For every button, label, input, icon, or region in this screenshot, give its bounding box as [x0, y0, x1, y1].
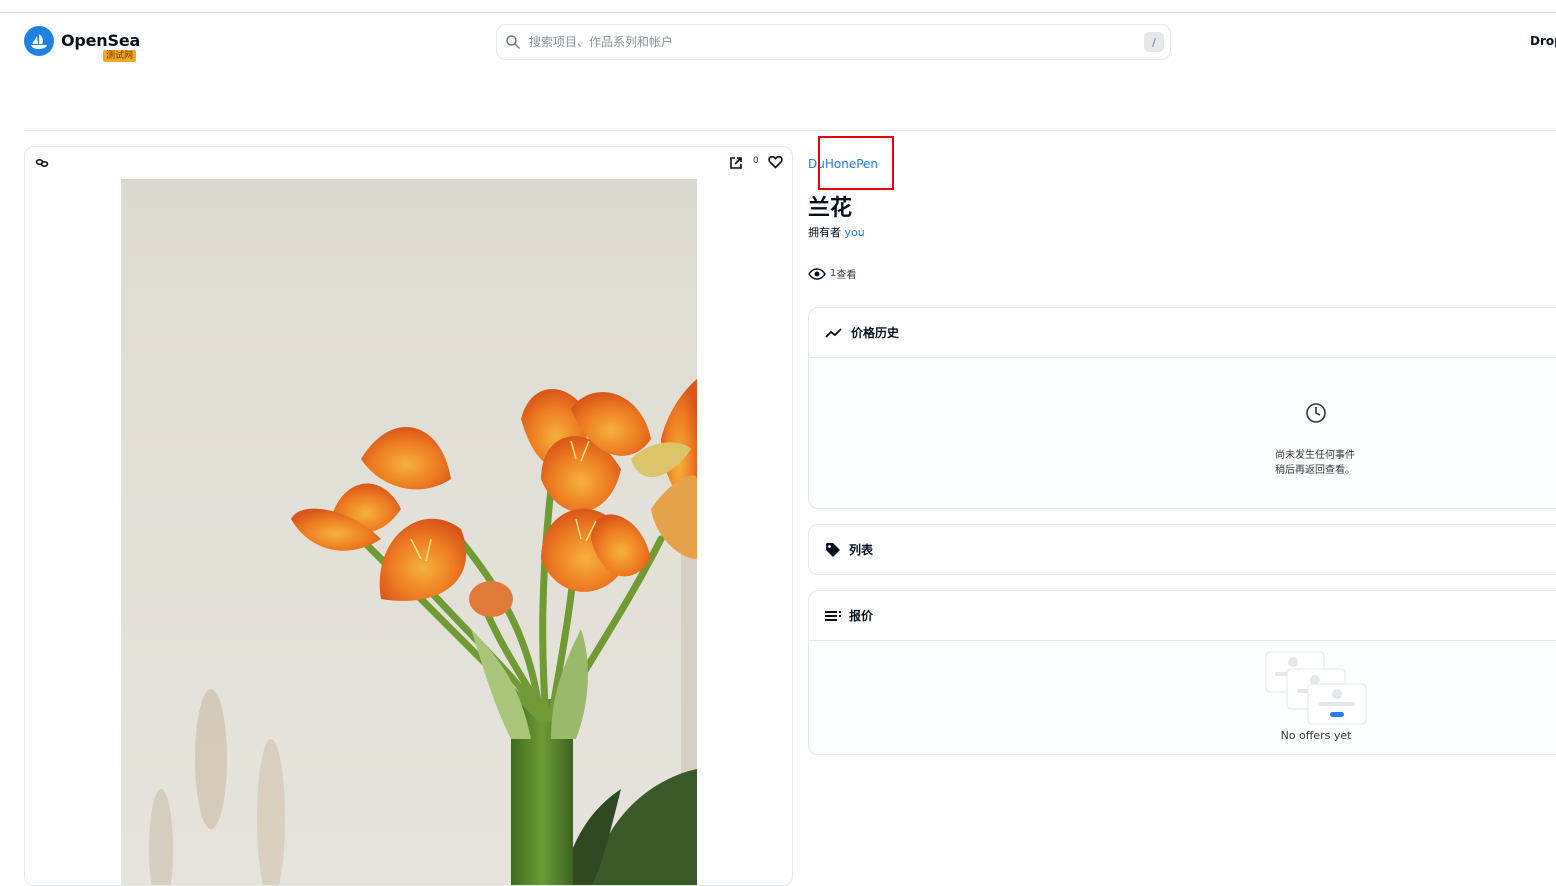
search-shortcut-key: /: [1144, 32, 1164, 52]
share-icon[interactable]: [729, 156, 743, 170]
header-divider: [24, 130, 1556, 131]
item-title: 兰花: [808, 196, 853, 221]
owner-link[interactable]: you: [845, 226, 865, 239]
trend-line-icon: [825, 327, 842, 338]
search-bar[interactable]: /: [496, 24, 1171, 60]
orchid-photo: [149, 379, 697, 885]
window-top-border: [0, 12, 1556, 13]
clock-icon: [1306, 403, 1326, 423]
price-history-panel: 价格历史 尚未发生任何事件 稍后再返回查看。: [808, 307, 1556, 509]
favorite-count: 0: [753, 156, 759, 166]
chain-icon: [35, 158, 49, 168]
testnet-badge: 测试网: [103, 50, 137, 62]
item-media-card: 0: [24, 146, 793, 886]
media-toolbar: 0: [25, 147, 792, 179]
nav-drops-link[interactable]: Drop: [1530, 34, 1556, 48]
list-icon: [825, 610, 841, 621]
offers-body: No offers yet: [809, 640, 1556, 754]
annotation-highlight-box: [818, 136, 894, 190]
listings-panel: 列表: [808, 524, 1556, 575]
opensea-logo-icon: [24, 26, 54, 56]
tag-icon: [826, 542, 840, 557]
offers-title: 报价: [849, 609, 874, 623]
listings-title: 列表: [849, 543, 874, 557]
price-history-body: 尚未发生任何事件 稍后再返回查看。: [809, 357, 1556, 508]
eye-icon: [808, 267, 826, 280]
opensea-logo[interactable]: OpenSea 测试网: [24, 26, 140, 62]
empty-line-1: 尚未发生任何事件: [1275, 450, 1355, 461]
owned-by-label: 拥有者: [808, 226, 841, 239]
view-count: 1 查看: [808, 266, 856, 281]
listings-header[interactable]: 列表: [809, 525, 1556, 574]
no-offers-message: No offers yet: [1280, 729, 1352, 742]
price-history-header[interactable]: 价格历史: [809, 308, 1556, 357]
search-input[interactable]: [529, 32, 1144, 52]
offers-panel: 报价 No offers yet: [808, 590, 1556, 755]
price-history-empty-message: 尚未发生任何事件 稍后再返回查看。: [1265, 448, 1365, 478]
heart-icon[interactable]: [768, 155, 783, 169]
price-history-title: 价格历史: [851, 326, 900, 340]
offers-header[interactable]: 报价: [809, 591, 1556, 640]
search-icon: [506, 35, 520, 49]
view-count-label: 查看: [836, 270, 857, 281]
empty-line-2: 稍后再返回查看。: [1275, 465, 1355, 476]
owned-by: 拥有者 you: [808, 224, 865, 240]
no-offers-illustration-icon: [1265, 651, 1367, 725]
item-image[interactable]: [121, 179, 697, 885]
